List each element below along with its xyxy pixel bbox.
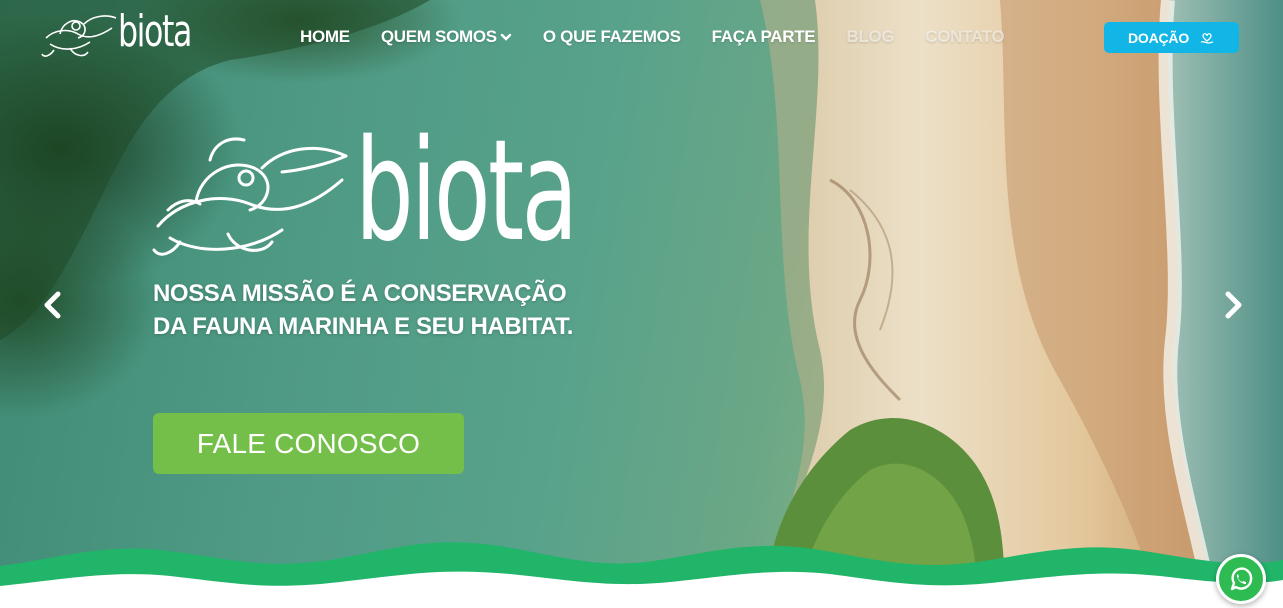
- nav-contato[interactable]: CONTATO: [925, 26, 1004, 48]
- whatsapp-icon: [1230, 567, 1253, 591]
- donate-label: DOAÇÃO: [1127, 29, 1190, 46]
- hero-logo-wordmark: biota: [355, 110, 578, 273]
- nav-o-que-fazemos[interactable]: O QUE FAZEMOS: [543, 26, 681, 48]
- nav-contato-label: CONTATO: [925, 27, 1005, 46]
- wave-divider: [0, 542, 1283, 608]
- nav-quem-somos[interactable]: QUEM SOMOS: [381, 26, 512, 48]
- donate-button[interactable]: DOAÇÃO: [1104, 22, 1239, 53]
- header-logo[interactable]: biota: [40, 6, 192, 66]
- turtle-pelican-logo-icon: [152, 137, 348, 256]
- nav-o-que-fazemos-label: O QUE FAZEMOS: [542, 27, 681, 46]
- hand-heart-icon: [1200, 32, 1214, 44]
- nav-quem-somos-label: QUEM SOMOS: [380, 27, 497, 46]
- nav-faca-parte[interactable]: FAÇA PARTE: [712, 26, 816, 48]
- whatsapp-button[interactable]: [1216, 554, 1266, 604]
- hero-logo: biota: [150, 122, 578, 262]
- mission-statement: NOSSA MISSÃO É A CONSERVAÇÃO DA FAUNA MA…: [153, 277, 613, 343]
- chevron-left-icon[interactable]: [40, 290, 66, 320]
- nav-blog-label: BLOG: [846, 27, 895, 46]
- header-logo-wordmark: biota: [118, 6, 192, 57]
- nav-blog[interactable]: BLOG: [846, 26, 894, 48]
- chevron-down-icon: [500, 33, 512, 41]
- nav-home-label: HOME: [300, 27, 350, 46]
- chevron-right-icon[interactable]: [1220, 290, 1246, 320]
- contact-us-label: FALE CONOSCO: [196, 427, 421, 459]
- main-nav: HOME QUEM SOMOS O QUE FAZEMOS FAÇA PARTE…: [300, 26, 1005, 48]
- mission-line-2: DA FAUNA MARINHA E SEU HABITAT.: [153, 313, 574, 340]
- turtle-pelican-logo-icon: [41, 15, 117, 57]
- nav-home[interactable]: HOME: [300, 26, 350, 48]
- contact-us-button[interactable]: FALE CONOSCO: [153, 413, 464, 474]
- mission-line-1: NOSSA MISSÃO É A CONSERVAÇÃO: [153, 280, 567, 307]
- hero-slider: biota HOME QUEM SOMOS O QUE FAZEMOS FAÇA…: [0, 0, 1283, 608]
- nav-faca-parte-label: FAÇA PARTE: [711, 27, 816, 46]
